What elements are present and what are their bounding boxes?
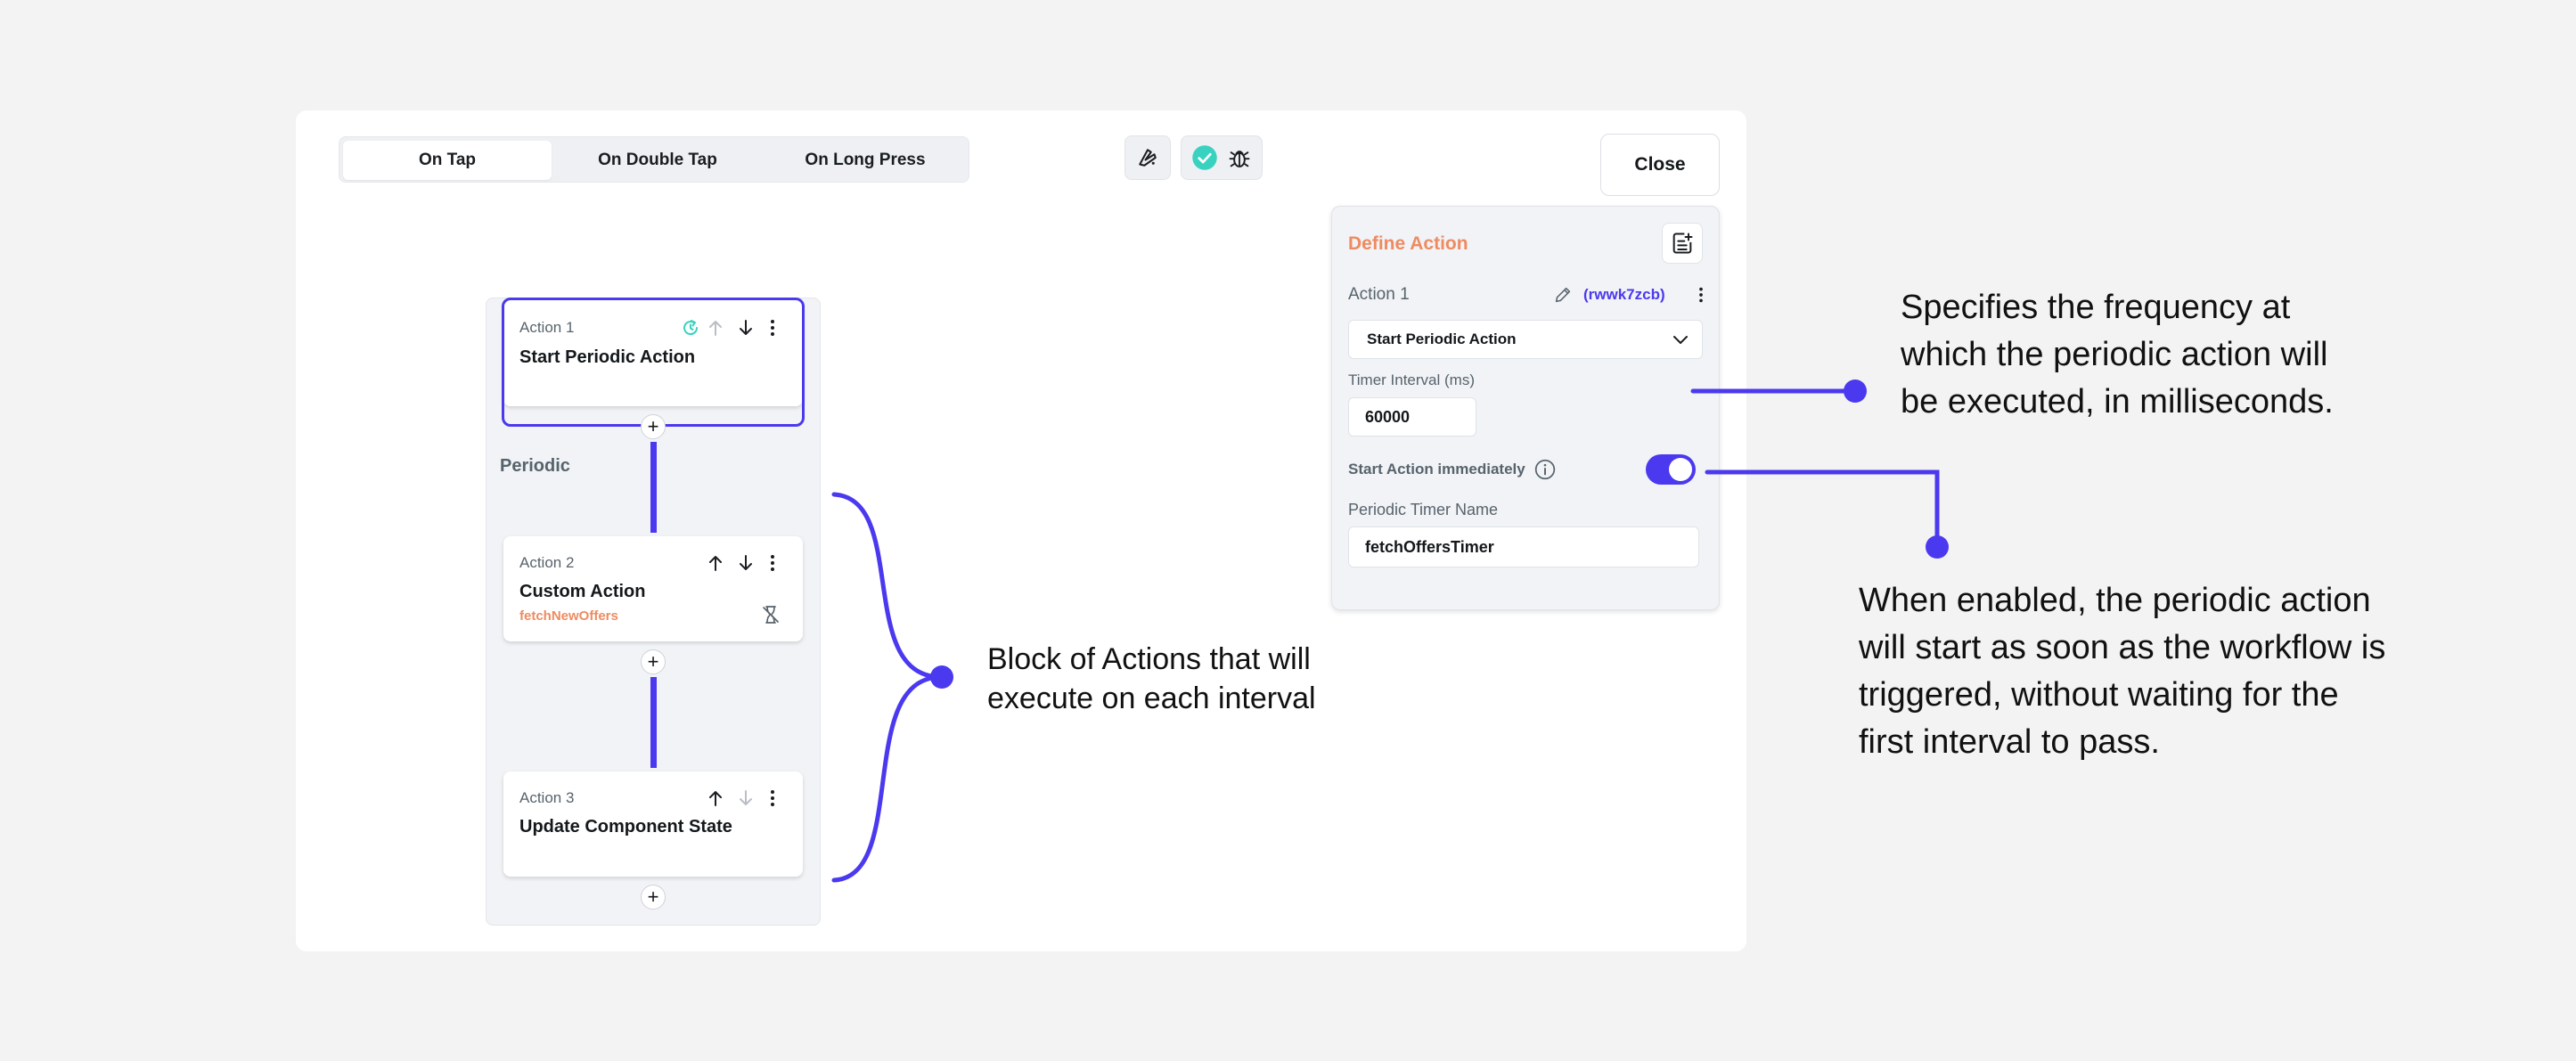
interval-pointer-dot <box>1844 380 1867 403</box>
bracket-lower-curve <box>831 674 943 883</box>
toggle-pointer-line <box>1705 469 1940 550</box>
annotation-start-immediately: When enabled, the periodic action will s… <box>1859 582 2386 761</box>
annotation-timer-interval: Specifies the frequency at which the per… <box>1901 289 2334 420</box>
bracket-dot <box>930 665 953 689</box>
annotation-lines <box>831 380 1949 883</box>
toggle-pointer-dot <box>1926 535 1949 559</box>
bracket-upper-curve <box>831 492 943 680</box>
annotation-actions-block: Block of Actions that will execute on ea… <box>987 642 1316 715</box>
